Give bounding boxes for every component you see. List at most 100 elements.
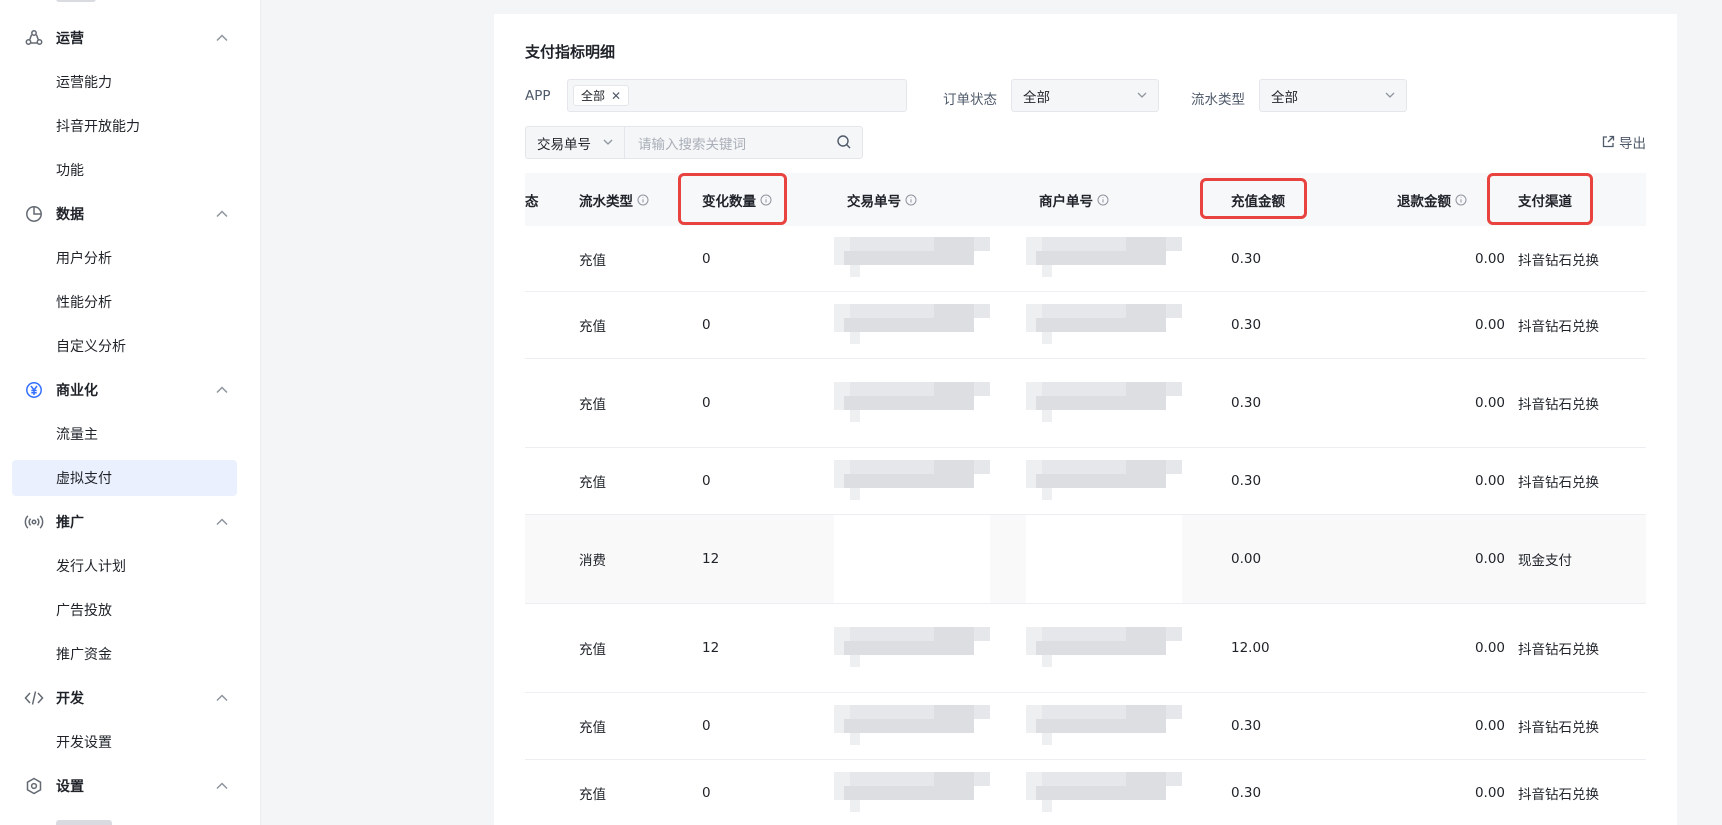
redaction-pixel	[850, 800, 860, 812]
chevron-up-icon[interactable]	[207, 782, 237, 790]
sidebar-item-perf-analysis[interactable]: 性能分析	[12, 284, 237, 320]
chevron-up-icon[interactable]	[207, 34, 237, 42]
cell-pay-channel: 现金支付	[1518, 553, 1572, 569]
col-header-recharge-amount: 充值金额	[1231, 193, 1285, 210]
sidebar-group-promotion[interactable]: 推广	[12, 504, 237, 540]
search-field-select[interactable]: 交易单号	[525, 126, 624, 159]
chevron-up-icon[interactable]	[207, 694, 237, 702]
redaction-pixel	[1042, 800, 1052, 812]
redaction-pixel	[1026, 627, 1042, 641]
redaction-pixel	[1026, 251, 1166, 265]
redaction-pixel	[834, 786, 844, 800]
redaction-pixel	[834, 641, 974, 655]
sidebar-group-label: 商业化	[56, 383, 98, 399]
cell-flow-type: 充值	[579, 787, 606, 803]
cell-pay-channel: 抖音钻石兑换	[1518, 475, 1599, 491]
export-label: 导出	[1619, 136, 1646, 152]
sidebar-group-data[interactable]: 数据	[12, 196, 237, 232]
redaction-pixel	[1042, 488, 1052, 500]
sidebar-group-operations[interactable]: 运营	[12, 20, 237, 56]
sidebar-item-promo-funds[interactable]: 推广资金	[12, 636, 237, 672]
app-multiselect[interactable]: 全部 ✕	[567, 79, 907, 112]
sidebar-group-develop[interactable]: 开发	[12, 680, 237, 716]
export-button[interactable]: 导出	[1601, 132, 1646, 152]
sidebar-item-ad-delivery[interactable]: 广告投放	[12, 592, 237, 628]
redaction-pixel	[1126, 382, 1166, 396]
cell-trade-no-redacted	[834, 448, 990, 514]
redaction-pixel	[1042, 655, 1052, 667]
flow-type-value: 全部	[1271, 89, 1298, 106]
flow-type-select[interactable]: 全部	[1259, 79, 1407, 112]
app-filter-label: APP	[525, 88, 551, 104]
info-icon[interactable]	[1455, 194, 1467, 206]
order-status-label: 订单状态	[943, 92, 997, 108]
cell-flow-type: 消费	[579, 553, 606, 569]
redaction-pixel	[934, 627, 974, 641]
redaction-pixel	[934, 772, 974, 786]
broadcast-icon	[12, 513, 56, 531]
redaction-pixel	[1026, 474, 1036, 488]
redaction-pixel	[1026, 641, 1166, 655]
search-placeholder: 请输入搜索关键词	[638, 136, 746, 153]
cell-refund-amount: 0.00	[1474, 317, 1505, 333]
sidebar-item-custom-analysis[interactable]: 自定义分析	[12, 328, 237, 364]
table-row[interactable]: 充值 0 0.30 0.00 抖音钻石兑换	[525, 292, 1646, 359]
order-status-value: 全部	[1023, 89, 1050, 106]
chevron-up-icon[interactable]	[207, 518, 237, 526]
redaction-pixel	[1026, 396, 1036, 410]
page-title: 支付指标明细	[525, 43, 616, 61]
close-icon[interactable]: ✕	[611, 89, 621, 103]
sidebar-item-douyin-open[interactable]: 抖音开放能力	[12, 108, 237, 144]
order-status-select[interactable]: 全部	[1011, 79, 1159, 112]
redaction-pixel	[1042, 332, 1052, 344]
table-row[interactable]: 充值 0 0.30 0.00 抖音钻石兑换	[525, 359, 1646, 448]
search-input[interactable]: 请输入搜索关键词	[624, 126, 863, 159]
cell-change-qty: 0	[702, 473, 711, 489]
cell-recharge-amount: 0.30	[1231, 395, 1262, 411]
sidebar-item-publisher-plan[interactable]: 发行人计划	[12, 548, 237, 584]
table-row[interactable]: 充值 12 12.00 0.00 抖音钻石兑换	[525, 604, 1646, 693]
col-header-change-qty: 变化数量	[702, 173, 772, 226]
cell-pay-channel: 抖音钻石兑换	[1518, 787, 1599, 803]
cell-flow-type: 充值	[579, 475, 606, 491]
info-icon[interactable]	[760, 194, 772, 206]
redaction-pixel	[834, 251, 974, 265]
sidebar-group-monetization[interactable]: 商业化	[12, 372, 237, 408]
cell-refund-amount: 0.00	[1474, 640, 1505, 656]
app-tag-label: 全部	[581, 89, 606, 103]
redaction-pixel	[834, 641, 844, 655]
table-row[interactable]: 消费 12 0.00 0.00 现金支付	[525, 515, 1646, 604]
sidebar-group-label: 设置	[56, 779, 84, 795]
redaction-pixel	[934, 237, 974, 251]
col-header-status-cut: 态	[525, 193, 539, 210]
hexagon-gear-icon	[12, 777, 56, 795]
sidebar-item-virtual-payment[interactable]: 虚拟支付	[12, 460, 237, 496]
cell-recharge-amount: 12.00	[1231, 640, 1270, 656]
sidebar-cut-item	[56, 0, 96, 2]
sidebar-item-function[interactable]: 功能	[12, 152, 237, 188]
search-icon[interactable]	[836, 134, 852, 154]
table-row[interactable]: 充值 0 0.30 0.00 抖音钻石兑换	[525, 693, 1646, 760]
redaction-pixel	[834, 318, 844, 332]
sidebar-item-traffic-owner[interactable]: 流量主	[12, 416, 237, 452]
info-icon[interactable]	[905, 194, 917, 206]
info-icon[interactable]	[1097, 194, 1109, 206]
table-row[interactable]: 充值 0 0.30 0.00 抖音钻石兑换	[525, 760, 1646, 825]
redaction-pixel	[850, 410, 860, 422]
table-row[interactable]: 充值 0 0.30 0.00 抖音钻石兑换	[525, 448, 1646, 515]
sidebar-item-user-analysis[interactable]: 用户分析	[12, 240, 237, 276]
search-group: 交易单号 请输入搜索关键词	[525, 126, 863, 159]
redaction-pixel	[834, 719, 974, 733]
cell-trade-no-redacted	[834, 693, 990, 759]
sidebar-group-label: 数据	[56, 207, 84, 223]
sidebar-item-dev-settings[interactable]: 开发设置	[12, 724, 237, 760]
redaction-pixel	[1026, 318, 1166, 332]
sidebar-group-settings[interactable]: 设置	[12, 768, 237, 804]
info-icon[interactable]	[637, 194, 649, 206]
cell-refund-amount: 0.00	[1474, 551, 1505, 567]
redaction-pixel	[1026, 382, 1042, 396]
table-row[interactable]: 充值 0 0.30 0.00 抖音钻石兑换	[525, 226, 1646, 292]
chevron-up-icon[interactable]	[207, 386, 237, 394]
chevron-up-icon[interactable]	[207, 210, 237, 218]
sidebar-item-ops-capability[interactable]: 运营能力	[12, 64, 237, 100]
